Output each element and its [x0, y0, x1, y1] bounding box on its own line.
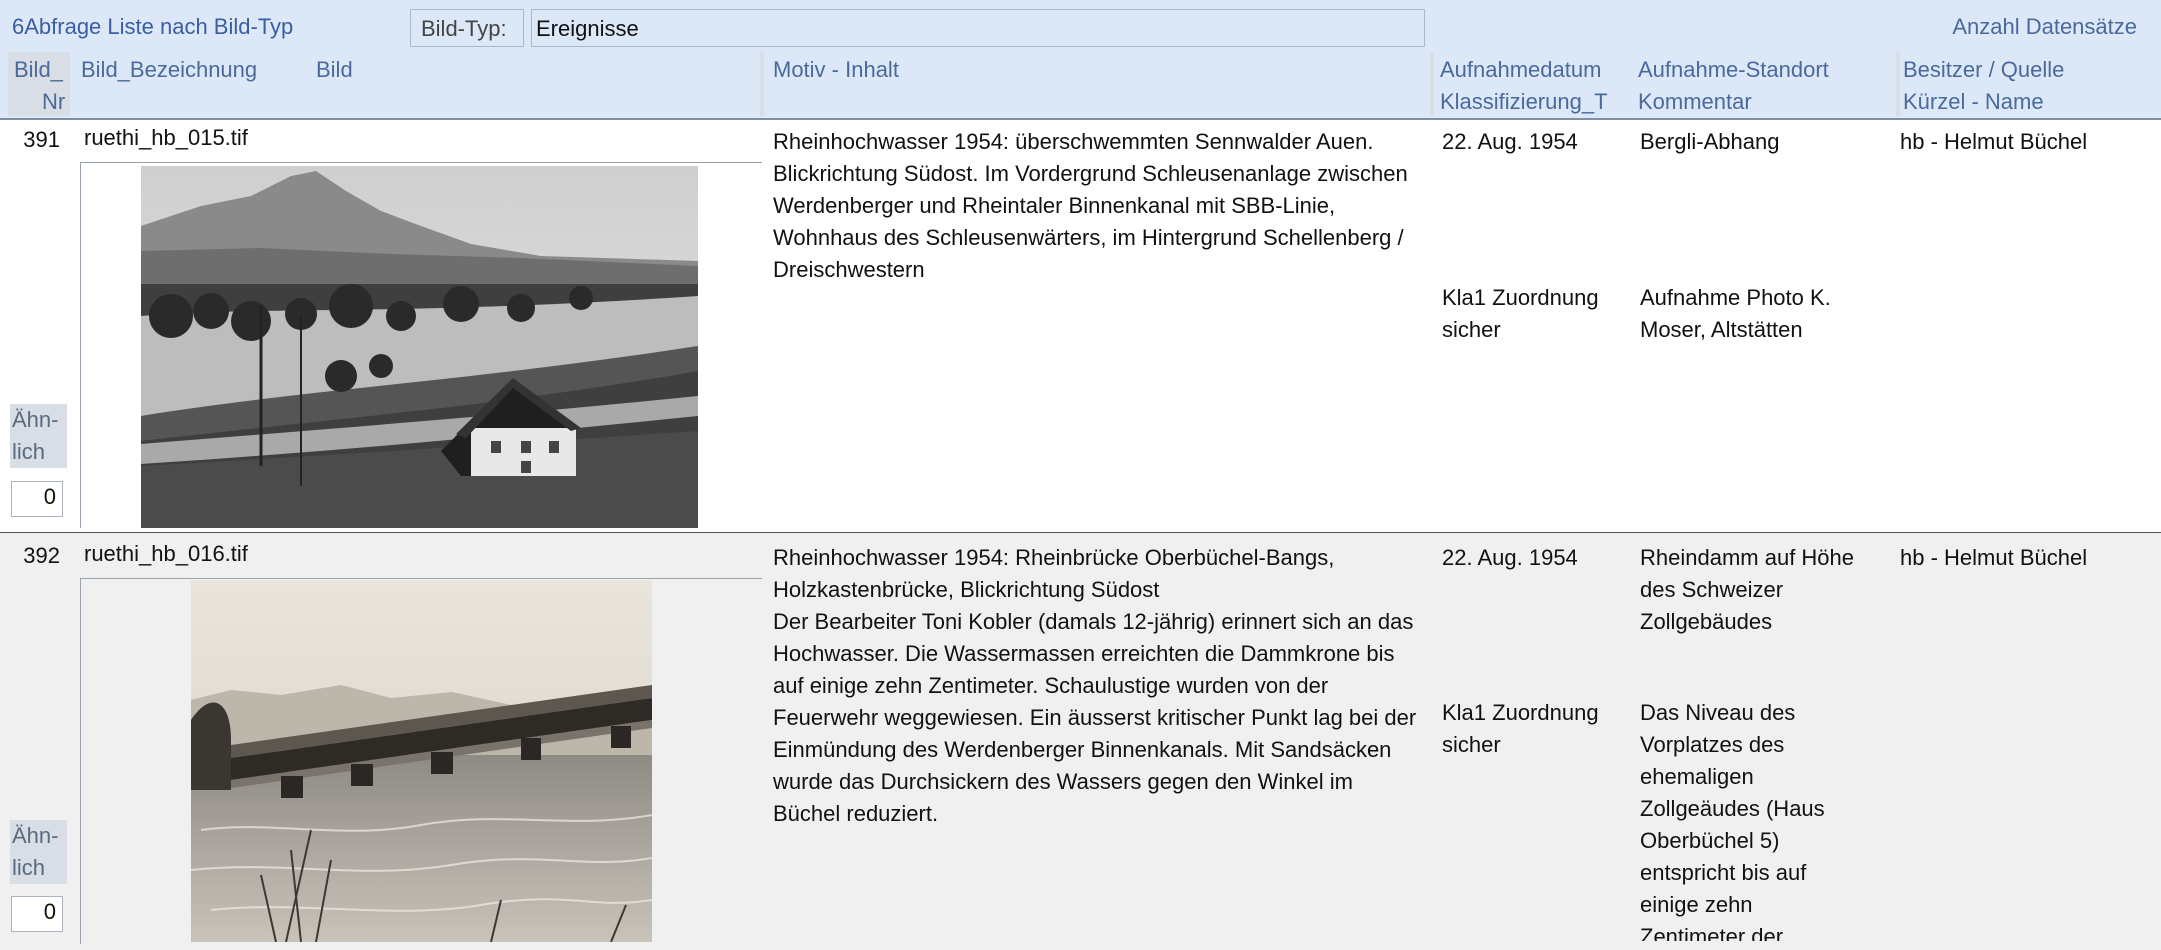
col-header-kuerzel: Kürzel - Name: [1903, 89, 2044, 114]
col-header-bild: Bild: [316, 57, 353, 82]
form-title: 6Abfrage Liste nach Bild-Typ: [12, 14, 294, 39]
record-kommentar: Aufnahme Photo K. Moser, Altstätten: [1640, 285, 1831, 342]
col-header-nr: Bild_: [14, 57, 63, 82]
record-motiv: Rheinhochwasser 1954: Rheinbrücke Oberbü…: [773, 545, 1417, 826]
col-header-bezeichnung: Bild_Bezeichnung: [81, 57, 258, 82]
record-bezeichnung[interactable]: ruethi_hb_016.tif: [84, 538, 248, 570]
col-header-klassifizierung: Klassifizierung_T: [1440, 89, 1608, 114]
col-divider: [1896, 52, 1900, 116]
aehnlich-field[interactable]: 0: [11, 481, 63, 517]
record-bezeichnung[interactable]: ruethi_hb_015.tif: [84, 122, 248, 154]
record-nr: 391: [23, 127, 60, 152]
record-datum: 22. Aug. 1954: [1442, 129, 1578, 154]
record-standort: Rheindamm auf Höhe des Schweizer Zollgeb…: [1640, 545, 1855, 634]
record-nr: 392: [23, 543, 60, 568]
record-besitzer: hb - Helmut Büchel: [1900, 129, 2088, 154]
aehnlich-field[interactable]: 0: [11, 896, 63, 932]
col-header-besitzer: Besitzer / Quelle: [1903, 57, 2065, 82]
aehnlich-label: Ähn-lich: [10, 404, 67, 468]
col-divider: [760, 52, 764, 116]
aehnlich-label: Ähn-lich: [10, 820, 67, 884]
col-header-motiv: Motiv - Inhalt: [773, 57, 899, 82]
record-besitzer: hb - Helmut Büchel: [1900, 545, 2088, 570]
anzahl-datensaetze-label: Anzahl Datensätze: [1952, 14, 2137, 39]
col-header-datum: Aufnahmedatum: [1440, 57, 1602, 82]
record-standort: Bergli-Abhang: [1640, 129, 1780, 154]
flood-landscape-photo: [141, 166, 698, 528]
col-header-standort: Aufnahme-Standort: [1638, 57, 1829, 82]
col-header-kommentar: Kommentar: [1638, 89, 1752, 114]
record-klassifizierung: Kla1 Zuordnung sicher: [1442, 285, 1599, 342]
record-datum: 22. Aug. 1954: [1442, 545, 1578, 570]
col-header-nr-2: Nr: [42, 89, 66, 114]
bild-typ-label: Bild-Typ:: [410, 9, 524, 47]
col-divider: [1430, 52, 1434, 116]
record-motiv: Rheinhochwasser 1954: überschwemmten Sen…: [773, 129, 1408, 282]
record-kommentar: Das Niveau des Vorplatzes des ehemaligen…: [1640, 700, 1825, 941]
bild-typ-field[interactable]: Ereignisse: [531, 9, 1425, 47]
record-klassifizierung: Kla1 Zuordnung sicher: [1442, 700, 1599, 757]
covered-bridge-flood-photo: [191, 580, 652, 942]
header-separator: [0, 118, 2161, 120]
